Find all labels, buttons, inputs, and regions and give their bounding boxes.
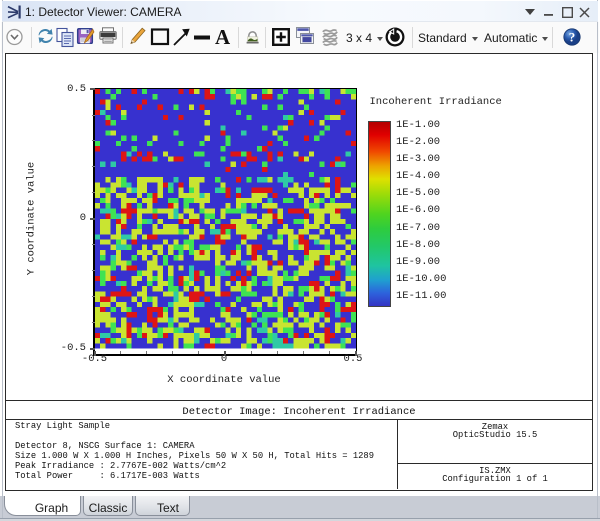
svg-text:?: ? [569, 30, 576, 45]
svg-text:A: A [215, 25, 231, 49]
